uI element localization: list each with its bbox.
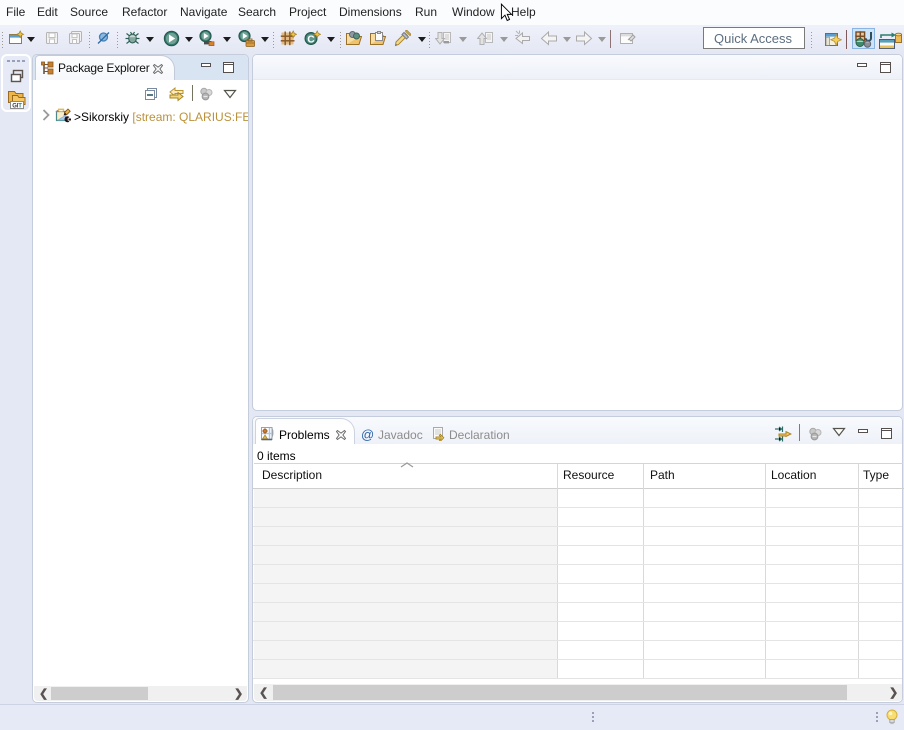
svg-text:C: C — [307, 34, 314, 45]
svg-text:GIT: GIT — [12, 103, 22, 109]
